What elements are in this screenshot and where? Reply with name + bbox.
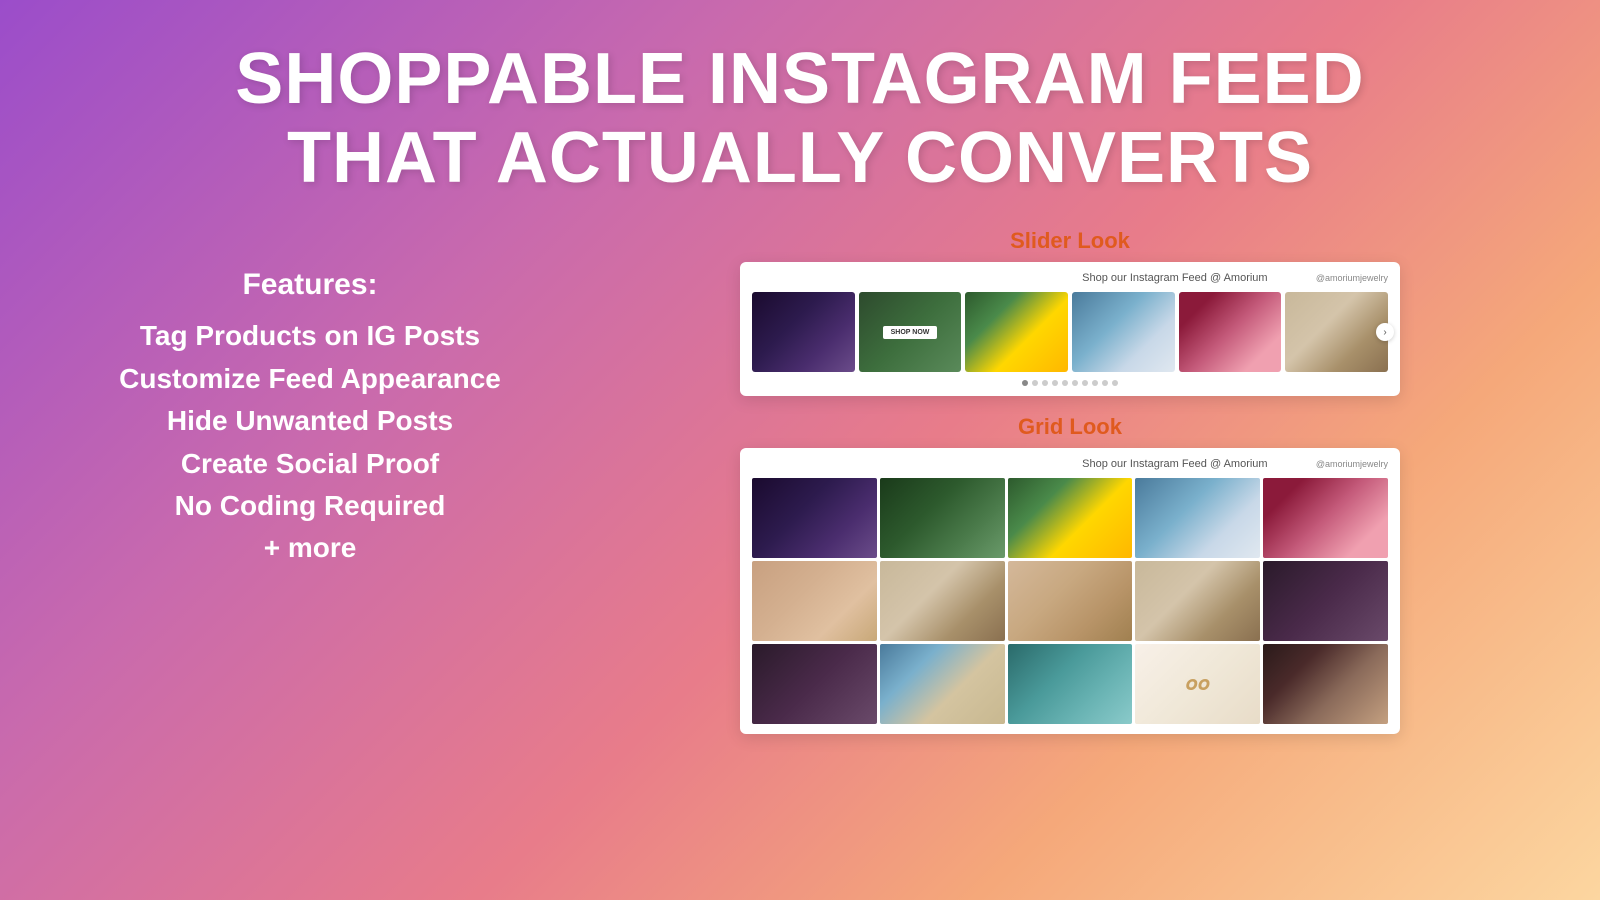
slider-username: @amoriumjewelry (1316, 273, 1388, 283)
content-row: Features: Tag Products on IG Posts Custo… (60, 228, 1540, 870)
slider-img-6 (1285, 292, 1388, 372)
grid-img-2 (880, 478, 1005, 558)
feature-item-5: No Coding Required (119, 488, 501, 524)
grid-img-5 (1263, 478, 1388, 558)
shop-now-btn: SHOP NOW (883, 326, 938, 339)
previews-panel: Slider Look Shop our Instagram Feed @ Am… (600, 228, 1540, 734)
grid-img-4 (1135, 478, 1260, 558)
feature-item-2: Customize Feed Appearance (119, 361, 501, 397)
grid-img-12 (880, 644, 1005, 724)
grid-img-14: 𝒐𝒐 (1135, 644, 1260, 724)
headline-line1: SHOPPABLE INSTAGRAM FEED (235, 39, 1364, 119)
dot-3 (1042, 380, 1048, 386)
grid-img-6 (752, 561, 877, 641)
dot-8 (1092, 380, 1098, 386)
headline-line2: THAT ACTUALLY CONVERTS (287, 118, 1313, 198)
grid-username: @amoriumjewelry (1316, 459, 1388, 469)
dot-7 (1082, 380, 1088, 386)
main-headline: SHOPPABLE INSTAGRAM FEED THAT ACTUALLY C… (235, 40, 1364, 198)
main-container: SHOPPABLE INSTAGRAM FEED THAT ACTUALLY C… (0, 0, 1600, 900)
features-title: Features: (242, 268, 377, 302)
slider-feed-title: Shop our Instagram Feed @ Amorium (1034, 272, 1316, 284)
dot-9 (1102, 380, 1108, 386)
dot-5 (1062, 380, 1068, 386)
slider-img-5 (1179, 292, 1282, 372)
slider-card: Shop our Instagram Feed @ Amorium @amori… (740, 262, 1400, 396)
feature-item-6: + more (119, 530, 501, 566)
slider-img-4 (1072, 292, 1175, 372)
grid-row-2 (752, 561, 1388, 641)
feature-item-3: Hide Unwanted Posts (119, 403, 501, 439)
slider-preview-section: Slider Look Shop our Instagram Feed @ Am… (600, 228, 1540, 396)
grid-img-3 (1008, 478, 1133, 558)
slider-img-2: SHOP NOW (859, 292, 962, 372)
slider-img-1 (752, 292, 855, 372)
grid-feed-header: Shop our Instagram Feed @ Amorium @amori… (752, 458, 1388, 470)
dot-1 (1022, 380, 1028, 386)
grid-row-3: 𝒐𝒐 (752, 644, 1388, 724)
dot-4 (1052, 380, 1058, 386)
slider-img-3 (965, 292, 1068, 372)
grid-label: Grid Look (1018, 414, 1122, 440)
slider-next-arrow[interactable]: › (1376, 323, 1394, 341)
grid-img-1 (752, 478, 877, 558)
grid-img-10 (1263, 561, 1388, 641)
grid-row-1 (752, 478, 1388, 558)
feature-item-1: Tag Products on IG Posts (119, 318, 501, 354)
grid-img-9 (1135, 561, 1260, 641)
slider-feed-header: Shop our Instagram Feed @ Amorium @amori… (752, 272, 1388, 284)
grid-img-8 (1008, 561, 1133, 641)
dot-2 (1032, 380, 1038, 386)
grid-img-13 (1008, 644, 1133, 724)
earring-icon: 𝒐𝒐 (1186, 673, 1211, 696)
features-list: Tag Products on IG Posts Customize Feed … (119, 318, 501, 566)
slider-images-container: SHOP NOW › (752, 292, 1388, 372)
slider-dots (752, 380, 1388, 386)
dot-6 (1072, 380, 1078, 386)
grid-feed-title: Shop our Instagram Feed @ Amorium (1034, 458, 1316, 470)
feature-item-4: Create Social Proof (119, 446, 501, 482)
dot-10 (1112, 380, 1118, 386)
grid-card: Shop our Instagram Feed @ Amorium @amori… (740, 448, 1400, 734)
grid-img-7 (880, 561, 1005, 641)
features-panel: Features: Tag Products on IG Posts Custo… (60, 228, 560, 606)
grid-img-11 (752, 644, 877, 724)
slider-label: Slider Look (1010, 228, 1130, 254)
grid-preview-section: Grid Look Shop our Instagram Feed @ Amor… (600, 414, 1540, 734)
grid-img-15 (1263, 644, 1388, 724)
